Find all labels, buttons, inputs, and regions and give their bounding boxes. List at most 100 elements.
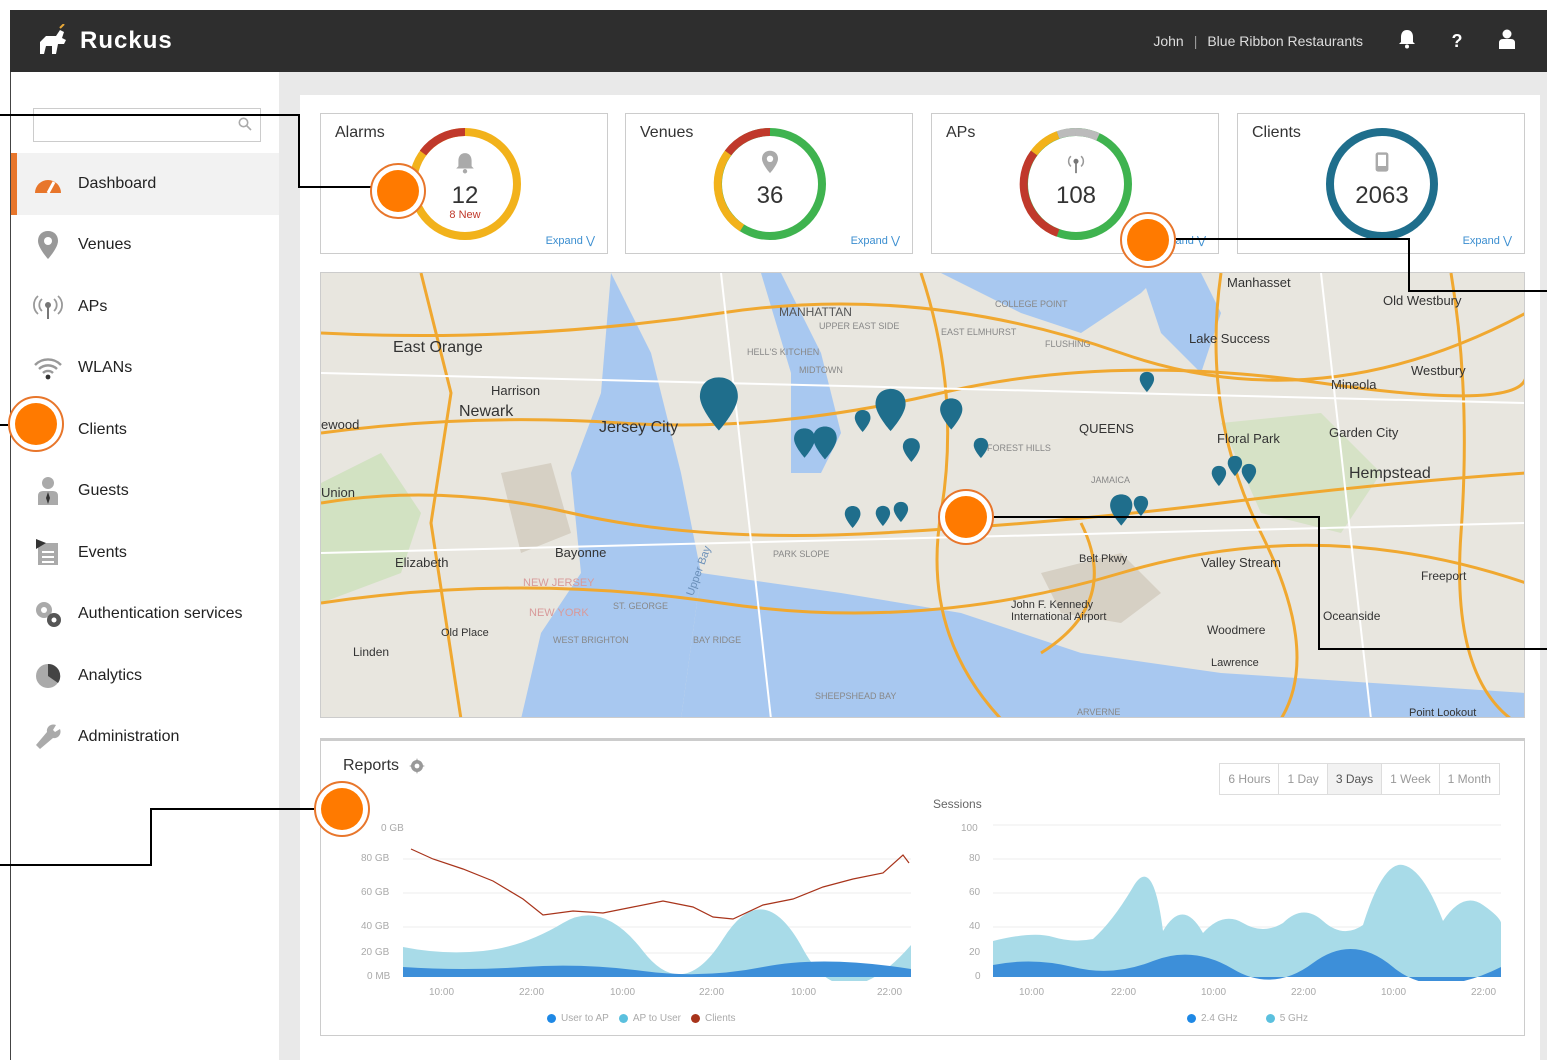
sidebar-item-guests[interactable]: Guests: [11, 461, 279, 523]
venue-pin-icon[interactable]: [893, 501, 909, 523]
x-tick: 22:00: [699, 987, 725, 998]
legend-label: AP to User: [632, 1013, 681, 1024]
map-label: PARK SLOPE: [773, 549, 830, 559]
clients-count: 2063: [1355, 182, 1409, 209]
x-tick: 10:00: [791, 987, 817, 998]
header-separator: |: [1193, 33, 1198, 49]
venue-pin-icon[interactable]: [1133, 495, 1149, 517]
expand-link[interactable]: Expand ⋁: [546, 234, 595, 247]
venue-pin-icon[interactable]: [844, 505, 861, 529]
user-icon[interactable]: [1487, 29, 1527, 54]
venue-pin-icon[interactable]: [1139, 371, 1155, 393]
access-point-icon: [33, 292, 63, 322]
range-3-days[interactable]: 3 Days: [1327, 764, 1383, 794]
sidebar-item-label: Guests: [78, 482, 129, 500]
sidebar-item-aps[interactable]: APs: [11, 276, 279, 338]
y-tick: 80: [969, 853, 981, 864]
map-label: Old Westbury: [1383, 293, 1462, 308]
user-name[interactable]: John: [1153, 33, 1183, 49]
org-name[interactable]: Blue Ribbon Restaurants: [1207, 33, 1363, 49]
venue-pin-icon[interactable]: [874, 387, 907, 433]
bell-icon: [407, 152, 523, 179]
map-label: EAST ELMHURST: [941, 327, 1017, 337]
aps-card[interactable]: APs 108 Expand ⋁: [931, 113, 1219, 254]
venues-map[interactable]: Manhasset Old Westbury MANHATTAN UPPER E…: [320, 272, 1525, 718]
venue-pin-icon[interactable]: [854, 409, 871, 433]
callout-line: [0, 864, 152, 866]
range-6-hours[interactable]: 6 Hours: [1220, 764, 1280, 794]
ruckus-logo[interactable]: Ruckus: [34, 24, 173, 58]
map-label: JAMAICA: [1091, 475, 1131, 485]
client-icon: [1324, 150, 1440, 179]
access-point-icon: [1018, 152, 1134, 179]
chevron-down-icon: ⋁: [890, 235, 900, 247]
traffic-legend: User to AP AP to User Clients: [547, 1013, 736, 1024]
legend-item[interactable]: 5 GHz: [1265, 1013, 1308, 1024]
sidebar-item-label: Venues: [78, 236, 132, 254]
sidebar-item-label: WLANs: [78, 359, 133, 377]
venue-pin-icon[interactable]: [939, 397, 963, 431]
legend-swatch: [1265, 1013, 1275, 1023]
legend-item[interactable]: User to AP: [547, 1013, 609, 1024]
sidebar-item-label: Dashboard: [78, 174, 157, 192]
clients-card[interactable]: Clients 2063 Expand ⋁: [1237, 113, 1525, 254]
venue-pin-icon[interactable]: [973, 437, 989, 459]
range-1-day[interactable]: 1 Day: [1279, 764, 1328, 794]
map-label: Oceanside: [1323, 609, 1381, 623]
legend-swatch: [1187, 1013, 1196, 1023]
callout-hotspot-aps[interactable]: [1120, 212, 1176, 268]
venue-pin-icon[interactable]: [698, 375, 740, 433]
bell-icon[interactable]: [1387, 29, 1427, 54]
sidebar-item-authentication-services[interactable]: Authentication services: [11, 584, 279, 646]
map-label: ARVERNE: [1077, 707, 1121, 717]
expand-label: Expand: [545, 235, 583, 247]
sidebar-item-dashboard[interactable]: Dashboard: [11, 153, 279, 215]
help-icon[interactable]: ?: [1437, 31, 1477, 52]
legend-item[interactable]: AP to User: [618, 1013, 681, 1024]
venue-pin-icon[interactable]: [1241, 463, 1257, 485]
search-icon[interactable]: [238, 117, 252, 131]
alarms-card[interactable]: Alarms 12 8 New Expand ⋁: [320, 113, 608, 254]
callout-line: [1408, 290, 1547, 292]
sidebar-item-wlans[interactable]: WLANs: [11, 338, 279, 400]
x-tick: 10:00: [1381, 987, 1407, 998]
callout-hotspot-reports[interactable]: [314, 781, 370, 837]
location-pin-icon: [712, 150, 828, 179]
map-label: NEW JERSEY: [523, 577, 595, 589]
legend-swatch: [618, 1013, 628, 1023]
sidebar-item-analytics[interactable]: Analytics: [11, 645, 279, 707]
chevron-down-icon: ⋁: [585, 235, 595, 247]
sidebar-item-events[interactable]: Events: [11, 522, 279, 584]
venue-pin-icon[interactable]: [1211, 465, 1227, 487]
venue-pin-icon[interactable]: [812, 425, 838, 461]
sidebar-item-venues[interactable]: Venues: [11, 215, 279, 277]
range-1-month[interactable]: 1 Month: [1440, 764, 1499, 794]
legend-item[interactable]: 2.4 GHz: [1187, 1013, 1238, 1024]
expand-label: Expand: [850, 235, 888, 247]
callout-hotspot-map[interactable]: [938, 489, 994, 545]
range-1-week[interactable]: 1 Week: [1382, 764, 1440, 794]
callout-hotspot-clients[interactable]: [8, 396, 64, 452]
expand-link[interactable]: Expand ⋁: [1463, 234, 1512, 247]
legend-label: Clients: [704, 1013, 736, 1024]
venue-pin-icon[interactable]: [902, 437, 921, 463]
gear-icon[interactable]: [409, 758, 426, 774]
venue-pin-icon[interactable]: [875, 505, 891, 527]
x-tick: 22:00: [877, 987, 903, 998]
callout-line: [150, 808, 152, 866]
map-label: Freeport: [1421, 569, 1467, 583]
y-tick: 60: [969, 887, 981, 898]
expand-link[interactable]: Expand ⋁: [851, 234, 900, 247]
location-pin-icon: [33, 230, 63, 260]
sidebar-item-administration[interactable]: Administration: [11, 707, 279, 769]
map-label: WEST BRIGHTON: [553, 635, 629, 645]
venue-pin-icon[interactable]: [1109, 493, 1133, 527]
legend-swatch: [690, 1013, 700, 1023]
callout-hotspot-alarms[interactable]: [370, 163, 426, 219]
guest-icon: [33, 476, 63, 506]
venues-card[interactable]: Venues 36 Expand ⋁: [625, 113, 913, 254]
venues-count: 36: [756, 182, 784, 209]
sidebar-item-label: Authentication services: [78, 605, 243, 623]
map-label: HELL'S KITCHEN: [747, 347, 820, 357]
legend-item[interactable]: Clients: [690, 1013, 736, 1024]
